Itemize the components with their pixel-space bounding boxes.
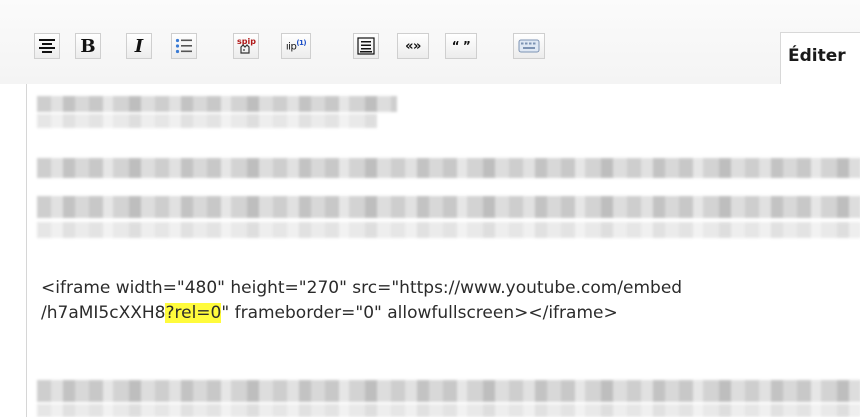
editor-textarea[interactable]: <iframe width="480" height="270" src="ht… <box>26 84 860 417</box>
editor-toolbar: B I spip ıip(1) «» “ ” Éditer <box>0 0 860 84</box>
blurred-text-line <box>37 404 860 417</box>
footnote-label: ıip(1) <box>285 39 307 53</box>
guillemets-button[interactable]: «» <box>397 33 429 59</box>
framed-text-icon <box>357 37 375 55</box>
code-line-2-end: " frameborder="0" allowfullscreen></ifra… <box>221 303 618 323</box>
bullet-list-icon <box>175 38 192 54</box>
blurred-text-line <box>37 96 397 112</box>
highlighted-rel-param: ?rel=0 <box>165 303 222 323</box>
bold-button[interactable]: B <box>75 33 101 59</box>
align-center-button[interactable] <box>34 33 60 59</box>
footnote-button[interactable]: ıip(1) <box>281 33 311 59</box>
framed-text-button[interactable] <box>353 33 379 59</box>
tab-editer[interactable]: Éditer <box>780 32 860 84</box>
italic-button[interactable]: I <box>126 33 152 59</box>
code-line-2: /h7aMI5cXXH8?rel=0" frameborder="0" allo… <box>41 301 856 326</box>
quotes-label: “ ” <box>451 39 471 53</box>
spip-link-button[interactable]: spip <box>233 33 259 59</box>
spip-logo-icon: spip <box>237 37 256 54</box>
italic-label: I <box>134 35 144 57</box>
iframe-embed-code: <iframe width="480" height="270" src="ht… <box>41 276 856 326</box>
blurred-text-line <box>37 222 860 238</box>
bullet-list-button[interactable] <box>171 33 197 59</box>
blurred-text-line <box>37 380 860 402</box>
quotes-button[interactable]: “ ” <box>445 33 477 59</box>
code-line-2-start: /h7aMI5cXXH8 <box>41 303 166 323</box>
bold-label: B <box>80 35 96 57</box>
guillemets-label: «» <box>405 38 421 54</box>
keyboard-icon <box>518 39 540 53</box>
blurred-text-line <box>37 114 377 128</box>
editor-window: B I spip ıip(1) «» “ ” Éditer <iframe wi… <box>0 0 860 417</box>
keyboard-button[interactable] <box>513 33 545 59</box>
align-center-icon <box>39 39 55 53</box>
blurred-text-line <box>37 158 860 178</box>
code-line-1: <iframe width="480" height="270" src="ht… <box>41 278 683 298</box>
blurred-text-line <box>37 196 860 218</box>
